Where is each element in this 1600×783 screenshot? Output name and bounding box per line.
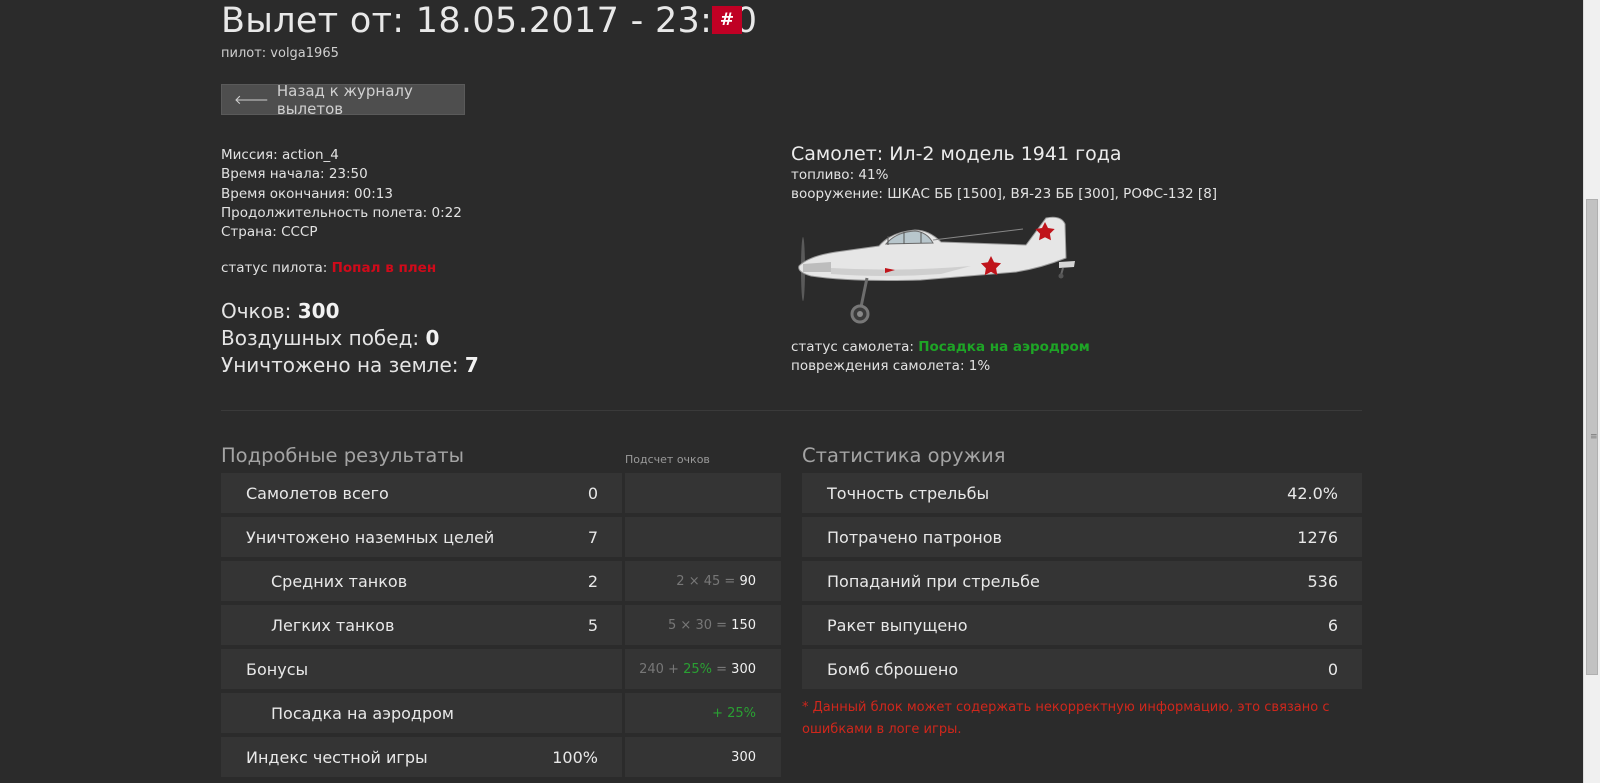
- vertical-scrollbar[interactable]: ≡: [1583, 0, 1600, 783]
- table-row: Средних танков 2: [221, 561, 622, 601]
- mission-name: Миссия: action_4: [221, 147, 339, 163]
- ground-kills-value: 7: [464, 353, 479, 377]
- score-cell: [625, 473, 781, 513]
- calc-percent: 25%: [683, 661, 712, 677]
- points-label: Очков:: [221, 299, 292, 323]
- weapon-stats-disclaimer: * Данный блок может содержать некорректн…: [802, 700, 1330, 737]
- calc-expression: 5 × 30: [668, 617, 712, 633]
- row-value: 6: [1327, 615, 1338, 635]
- back-arrow-icon: 🡐: [234, 92, 269, 108]
- row-label: Посадка на аэродром: [271, 703, 454, 723]
- calc-expression: 2 × 45: [676, 573, 721, 589]
- calc-expression: 240 +: [639, 661, 684, 677]
- calc-equals: =: [720, 573, 740, 589]
- table-row: Уничтожено наземных целей 7: [221, 517, 622, 557]
- pilot-status-value: Попал в плен: [331, 260, 437, 276]
- score-cell: + 25%: [625, 693, 781, 733]
- permalink-button[interactable]: #: [712, 6, 742, 34]
- back-to-log-button[interactable]: 🡐 Назад к журналу вылетов: [221, 81, 465, 118]
- country: Страна: СССР: [221, 224, 318, 241]
- scrollbar-thumb[interactable]: ≡: [1586, 199, 1598, 675]
- aircraft-info: Самолет: Ил-2 модель 1941 года топливо: …: [791, 142, 1217, 204]
- table-row: Бонусы: [221, 649, 622, 689]
- row-label: Потрачено патронов: [827, 527, 1002, 547]
- score-summary: Очков: 300 Воздушных побед: 0 Уничтожено…: [221, 298, 479, 379]
- aircraft-status-block: статус самолета: Посадка на аэродром пов…: [791, 338, 1090, 376]
- table-row: Точность стрельбы 42.0%: [802, 473, 1362, 513]
- pilot-name: пилот: volga1965: [221, 46, 339, 61]
- air-victories-line: Воздушных побед: 0: [221, 325, 479, 352]
- row-value: 5: [587, 615, 598, 635]
- scrollbar-grip-icon: ≡: [1590, 432, 1598, 442]
- weapon-stats-title: Статистика оружия: [802, 444, 1006, 467]
- score-cell: 5 × 30 = 150: [625, 605, 781, 645]
- row-label: Индекс честной игры: [246, 747, 428, 767]
- row-value: 7: [587, 527, 598, 547]
- calc-result: 300: [731, 749, 756, 765]
- points-value: 300: [297, 299, 340, 323]
- row-value: 100%: [552, 747, 598, 767]
- aircraft-image: [798, 216, 1075, 324]
- ground-kills-line: Уничтожено на земле: 7: [221, 352, 479, 379]
- aircraft-status: статус самолета: Посадка на аэродром: [791, 338, 1090, 357]
- ground-kills-label: Уничтожено на земле:: [221, 353, 459, 377]
- row-value: 536: [1307, 571, 1338, 591]
- row-value: 42.0%: [1287, 483, 1338, 503]
- mission-info: Миссия: action_4 Время начала: 23:50 Вре…: [221, 146, 462, 242]
- table-row: Индекс честной игры 100%: [221, 737, 622, 777]
- table-row: Посадка на аэродром: [221, 693, 622, 733]
- score-cell: 2 × 45 = 90: [625, 561, 781, 601]
- aircraft-armament: вооружение: ШКАС ББ [1500], ВЯ-23 ББ [30…: [791, 186, 1218, 202]
- calc-result: 150: [731, 617, 756, 633]
- row-value: 0: [587, 483, 598, 503]
- score-calc-header: Подсчет очков: [625, 453, 710, 466]
- table-row: Самолетов всего 0: [221, 473, 622, 513]
- aircraft-fuel: топливо: 41%: [791, 167, 889, 183]
- row-label: Попаданий при стрельбе: [827, 571, 1040, 591]
- score-cell: 240 + 25% = 300: [625, 649, 781, 689]
- row-value: 1276: [1297, 527, 1338, 547]
- row-value: 0: [1327, 659, 1338, 679]
- flight-duration: Продолжительность полета: 0:22: [221, 204, 462, 221]
- calc-equals: =: [712, 661, 732, 677]
- table-row: Бомб сброшено 0: [802, 649, 1362, 689]
- pilot-status-label: статус пилота:: [221, 260, 328, 276]
- detailed-results-title: Подробные результаты: [221, 444, 465, 467]
- back-button-label: Назад к журналу вылетов: [276, 81, 413, 118]
- row-label: Уничтожено наземных целей: [246, 527, 495, 547]
- aircraft-status-label: статус самолета:: [791, 339, 914, 355]
- table-row: Попаданий при стрельбе 536: [802, 561, 1362, 601]
- air-victories-label: Воздушных побед:: [221, 326, 420, 350]
- end-time: Время окончания: 00:13: [221, 185, 393, 202]
- page-header: Вылет от: 18.05.2017 - 23:50 #: [221, 0, 757, 42]
- aircraft-damage: повреждения самолета: 1%: [791, 358, 991, 374]
- calc-result: 90: [739, 573, 756, 589]
- table-row: Потрачено патронов 1276: [802, 517, 1362, 557]
- calc-result: 300: [731, 661, 756, 677]
- score-cell: 300: [625, 737, 781, 777]
- row-label: Ракет выпущено: [827, 615, 968, 635]
- page-title: Вылет от: 18.05.2017 - 23:50: [221, 1, 758, 41]
- table-row: Легких танков 5: [221, 605, 622, 645]
- row-label: Средних танков: [271, 571, 408, 591]
- calc-equals: =: [712, 617, 732, 633]
- section-divider: [221, 410, 1362, 411]
- row-label: Бомб сброшено: [827, 659, 959, 679]
- row-value: 2: [587, 571, 598, 591]
- score-cell: [625, 517, 781, 557]
- row-label: Легких танков: [271, 615, 395, 635]
- points-line: Очков: 300: [221, 298, 479, 325]
- pilot-status: статус пилота: Попал в плен: [221, 260, 436, 276]
- calc-percent: + 25%: [712, 705, 756, 721]
- start-time: Время начала: 23:50: [221, 166, 368, 183]
- row-label: Самолетов всего: [246, 483, 389, 503]
- aircraft-status-value: Посадка на аэродром: [918, 339, 1090, 355]
- air-victories-value: 0: [425, 326, 440, 350]
- table-row: Ракет выпущено 6: [802, 605, 1362, 645]
- row-label: Бонусы: [246, 659, 309, 679]
- row-label: Точность стрельбы: [827, 483, 990, 503]
- aircraft-title: Самолет: Ил-2 модель 1941 года: [791, 143, 1122, 165]
